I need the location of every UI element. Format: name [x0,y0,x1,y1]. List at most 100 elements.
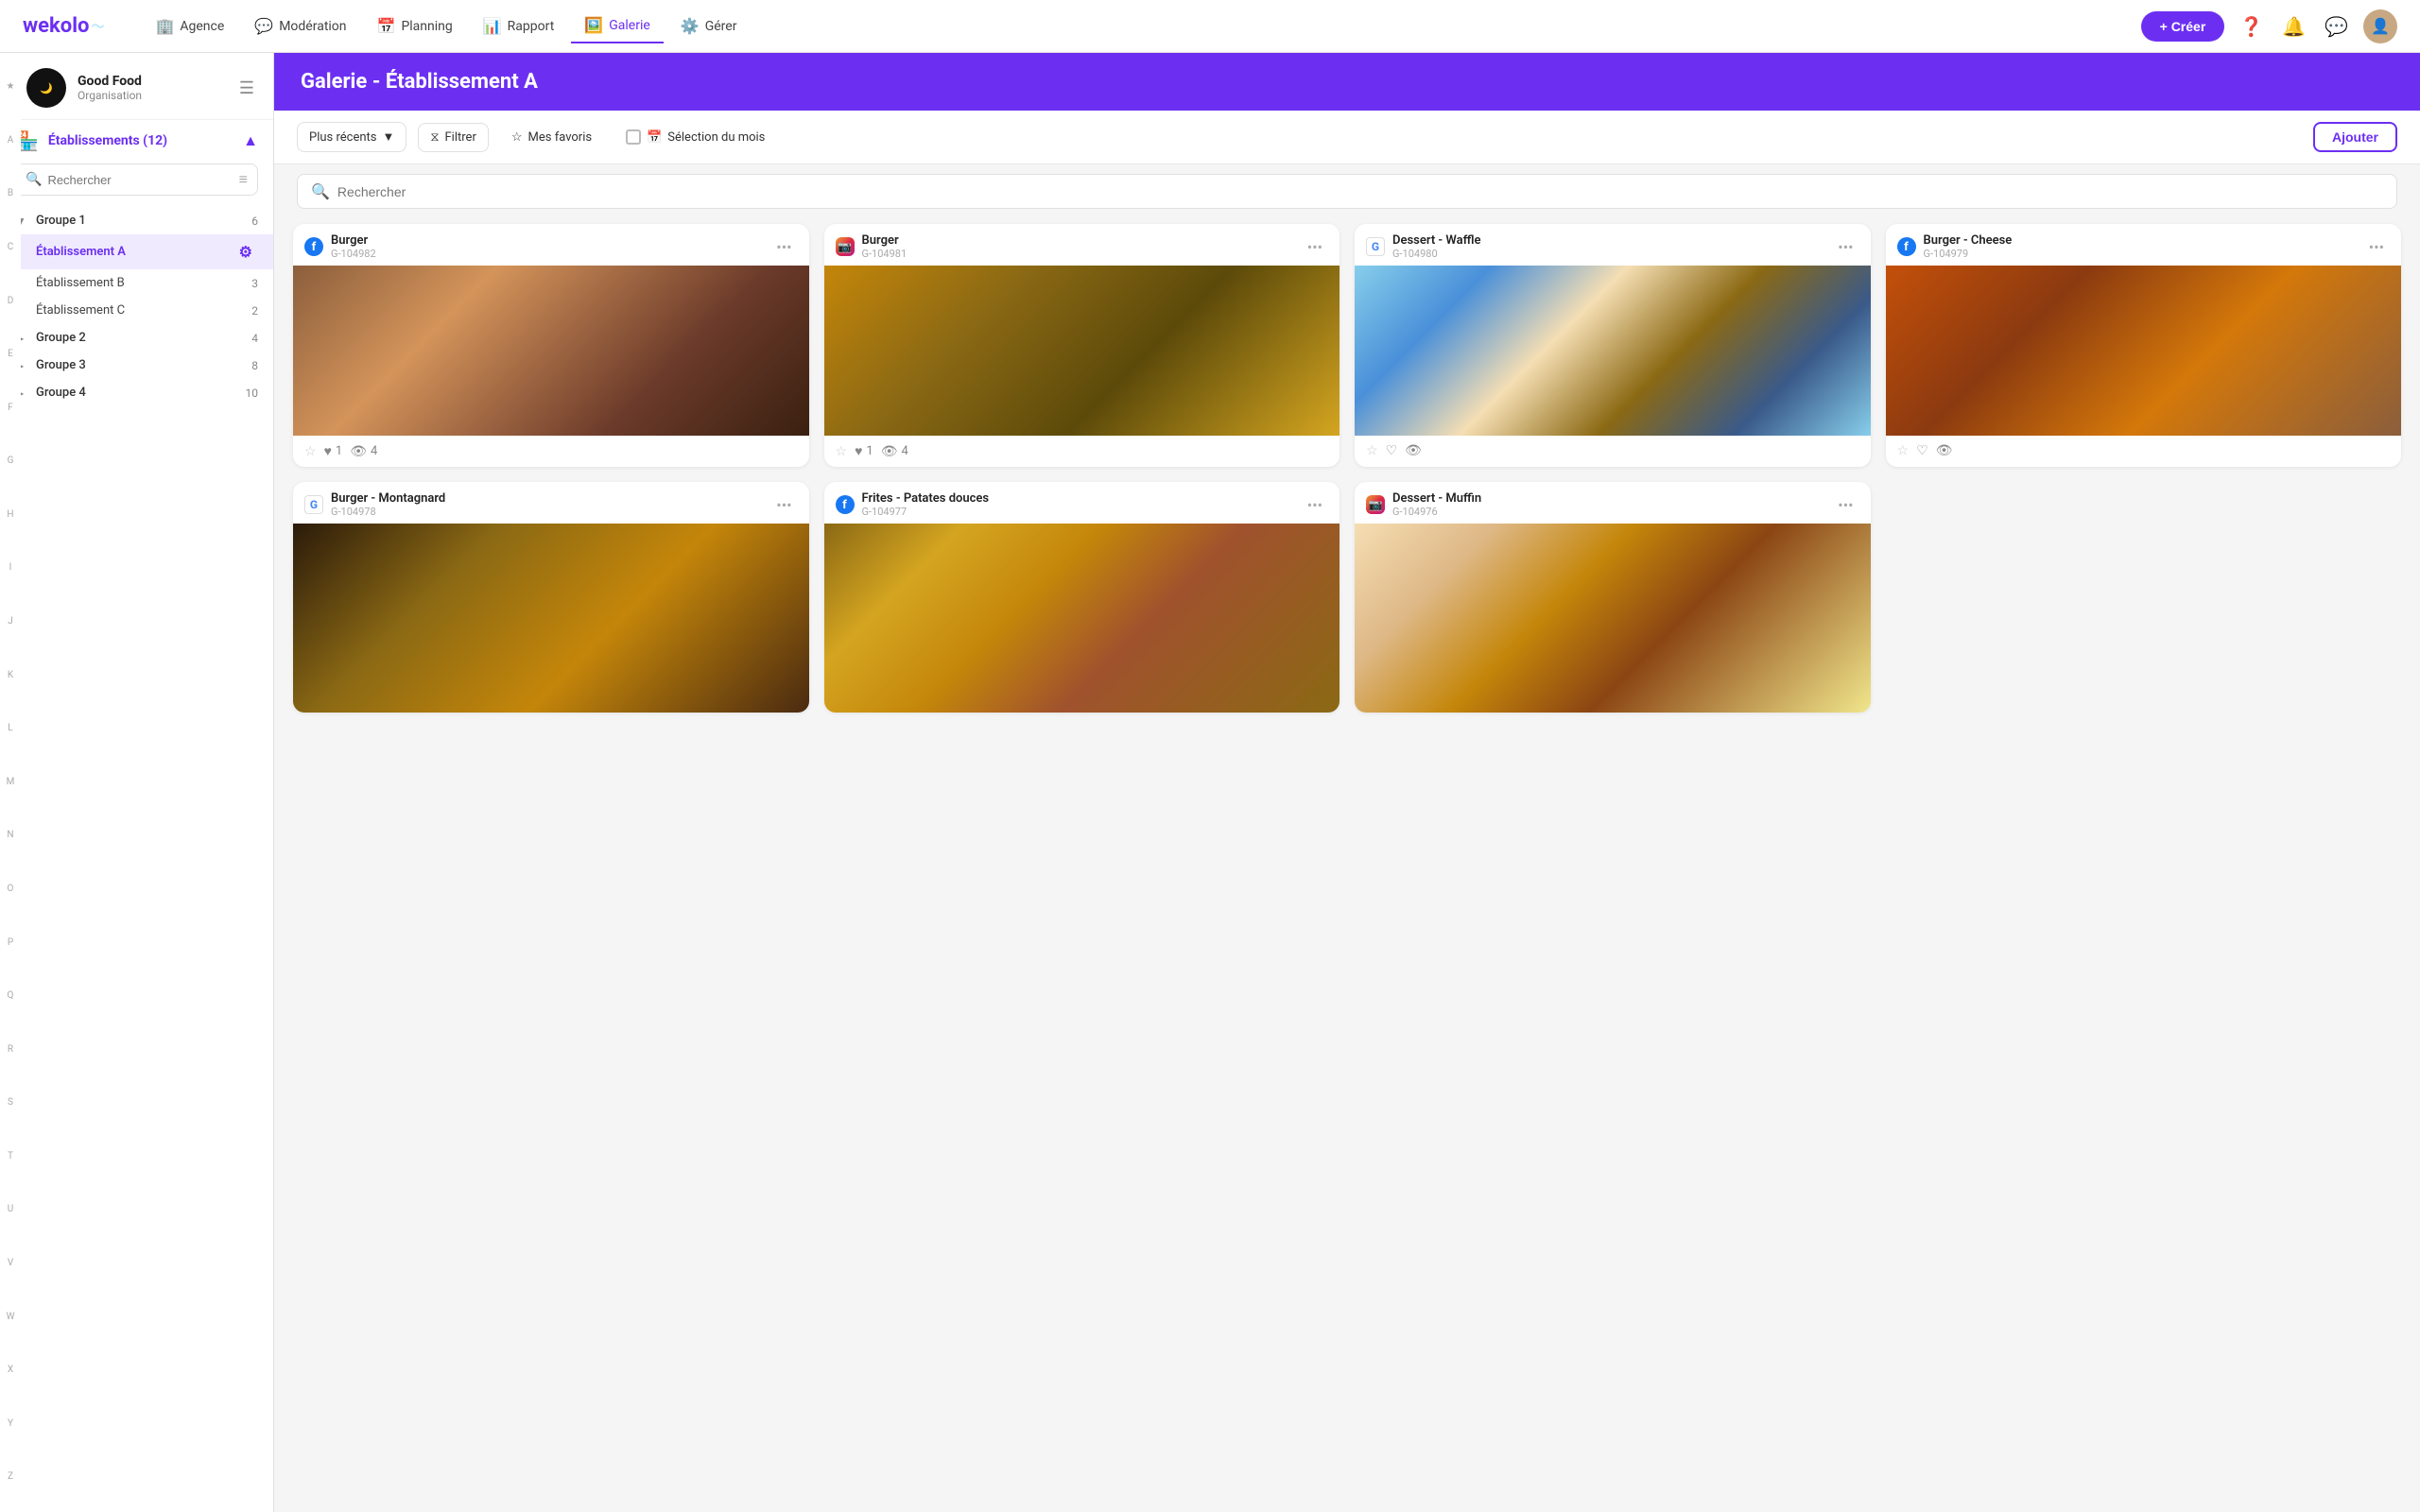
alphabet-d[interactable]: D [8,297,14,306]
view-action-g104981[interactable]: 👁 4 [881,444,908,459]
gallery-card-g104979[interactable]: f Burger - Cheese G-104979 ••• ☆ ♡ [1886,224,2402,467]
nav-item-galerie[interactable]: 🖼️ Galerie [571,9,663,43]
etablissements-title: Établissements (12) [48,133,243,148]
alphabet-r[interactable]: R [8,1045,13,1055]
nav-item-moderation[interactable]: 💬 Modération [241,9,359,43]
sort-dropdown[interactable]: Plus récents ▼ [297,122,406,152]
alphabet-q[interactable]: Q [8,991,14,1001]
filter-button[interactable]: ⧖ Filtrer [418,123,489,152]
org-info: Good Food Organisation [78,74,224,102]
card-footer-g104981: ☆ ♥ 1 👁 4 [824,436,1340,467]
alphabet-h[interactable]: H [7,510,13,520]
etab-a-settings-icon[interactable]: ⚙ [233,241,258,263]
etablissements-header[interactable]: 🏪 Établissements (12) ▲ [0,120,273,160]
card-more-button-g104982[interactable]: ••• [770,236,797,258]
nav-right: + Créer ❓ 🔔 💬 👤 [2141,9,2397,43]
card-more-button-g104977[interactable]: ••• [1302,494,1328,516]
card-more-button-g104978[interactable]: ••• [770,494,797,516]
nav-item-agence-label: Agence [180,19,224,34]
star-action-g104981[interactable]: ☆ [836,444,848,459]
heart-action-g104981[interactable]: ♥ 1 [855,443,873,459]
google-platform-icon-2: G [304,495,323,514]
alphabet-g[interactable]: G [8,456,14,466]
etab-item-etablissement-b[interactable]: Établissement B 3 [0,269,273,297]
alphabet-o[interactable]: O [8,885,14,894]
view-count-g104982: 4 [371,444,377,458]
gallery-card-g104978[interactable]: G Burger - Montagnard G-104978 ••• [293,482,809,713]
messages-icon[interactable]: 💬 [2321,11,2352,42]
favorites-button[interactable]: ☆ Mes favoris [500,124,603,151]
alphabet-v[interactable]: V [8,1259,13,1268]
sidebar-alphabet[interactable]: ★ A B C D E F G H I J K L M N O P Q R S … [0,53,21,1512]
alphabet-x[interactable]: X [8,1366,13,1375]
facebook-platform-icon-3: f [836,495,855,514]
notifications-icon[interactable]: 🔔 [2278,11,2309,42]
selection-du-mois-button[interactable]: 📅 Sélection du mois [614,123,776,151]
toolbar: Plus récents ▼ ⧖ Filtrer ☆ Mes favoris 📅… [274,111,2420,164]
alphabet-f[interactable]: F [8,404,13,413]
nav-item-planning[interactable]: 📅 Planning [364,9,466,43]
logo[interactable]: wekolo〜 [23,14,104,38]
gallery-card-g104976[interactable]: 📷 Dessert - Muffin G-104976 ••• [1355,482,1871,713]
sidebar-search: 🔍 ≡ [15,163,258,196]
nav-item-agence[interactable]: 🏢 Agence [142,9,237,43]
etab-item-etablissement-c[interactable]: Établissement C 2 [0,297,273,324]
gallery-card-g104977[interactable]: f Frites - Patates douces G-104977 ••• [824,482,1340,713]
alphabet-m[interactable]: M [7,778,15,787]
alphabet-c[interactable]: C [8,243,14,252]
card-more-button-g104981[interactable]: ••• [1302,236,1328,258]
alphabet-e[interactable]: E [8,350,13,359]
alphabet-y[interactable]: Y [8,1419,13,1429]
card-info-g104977: Frites - Patates douces G-104977 [862,491,1294,518]
card-more-button-g104980[interactable]: ••• [1832,236,1858,258]
user-avatar[interactable]: 👤 [2363,9,2397,43]
card-more-button-g104979[interactable]: ••• [2363,236,2390,258]
star-action-g104982[interactable]: ☆ [304,444,317,459]
view-action-g104979[interactable]: 👁 [1936,443,1953,458]
alphabet-l[interactable]: L [8,724,12,733]
sidebar-search-icon: 🔍 [26,172,42,187]
card-more-button-g104976[interactable]: ••• [1832,494,1858,516]
alphabet-t[interactable]: T [8,1152,13,1161]
alphabet-i[interactable]: I [9,563,12,573]
alphabet-s[interactable]: S [8,1098,13,1108]
nav-item-gerer[interactable]: ⚙️ Gérer [667,9,751,43]
alphabet-n[interactable]: N [7,831,13,840]
alphabet-w[interactable]: W [7,1313,15,1322]
content-search-icon: 🔍 [311,182,330,200]
logo-wave-icon: 〜 [91,17,104,36]
heart-action-g104979[interactable]: ♡ [1916,443,1928,458]
alphabet-star[interactable]: ★ [7,82,15,92]
view-action-g104982[interactable]: 👁 4 [350,444,377,459]
alphabet-u[interactable]: U [8,1205,13,1214]
alphabet-b[interactable]: B [8,189,13,198]
nav-item-rapport[interactable]: 📊 Rapport [470,9,568,43]
alphabet-k[interactable]: K [8,671,13,680]
group-item-groupe1[interactable]: ▼ Groupe 1 6 [0,207,273,234]
help-icon[interactable]: ❓ [2236,11,2267,42]
group-item-groupe4[interactable]: ▶ Groupe 4 10 [0,379,273,406]
group-item-groupe3[interactable]: ▶ Groupe 3 8 [0,352,273,379]
view-action-g104980[interactable]: 👁 [1405,443,1422,458]
gallery-card-g104980[interactable]: G Dessert - Waffle G-104980 ••• ☆ [1355,224,1871,467]
org-menu-button[interactable]: ☰ [235,75,258,102]
create-button[interactable]: + Créer [2141,11,2225,42]
alphabet-z[interactable]: Z [8,1472,13,1482]
gallery-card-g104982[interactable]: f Burger G-104982 ••• ☆ ♥ [293,224,809,467]
group-item-groupe2[interactable]: ▶ Groupe 2 4 [0,324,273,352]
content-search-input[interactable] [337,184,2383,199]
heart-action-g104982[interactable]: ♥ 1 [324,443,343,459]
groupe1-count: 6 [251,215,258,228]
add-button[interactable]: Ajouter [2313,122,2397,152]
alphabet-j[interactable]: J [8,617,13,627]
gallery-card-g104981[interactable]: 📷 Burger G-104981 ••• ☆ ♥ [824,224,1340,467]
etab-item-etablissement-a[interactable]: Établissement A ⚙ [0,234,273,269]
groupe2-count: 4 [251,332,258,345]
star-action-g104979[interactable]: ☆ [1897,443,1910,458]
heart-action-g104980[interactable]: ♡ [1386,443,1398,458]
sidebar-filter-icon[interactable]: ≡ [239,170,248,189]
alphabet-a[interactable]: A [8,136,14,146]
sidebar-search-input[interactable] [47,173,233,187]
star-action-g104980[interactable]: ☆ [1366,443,1378,458]
alphabet-p[interactable]: P [8,938,13,948]
